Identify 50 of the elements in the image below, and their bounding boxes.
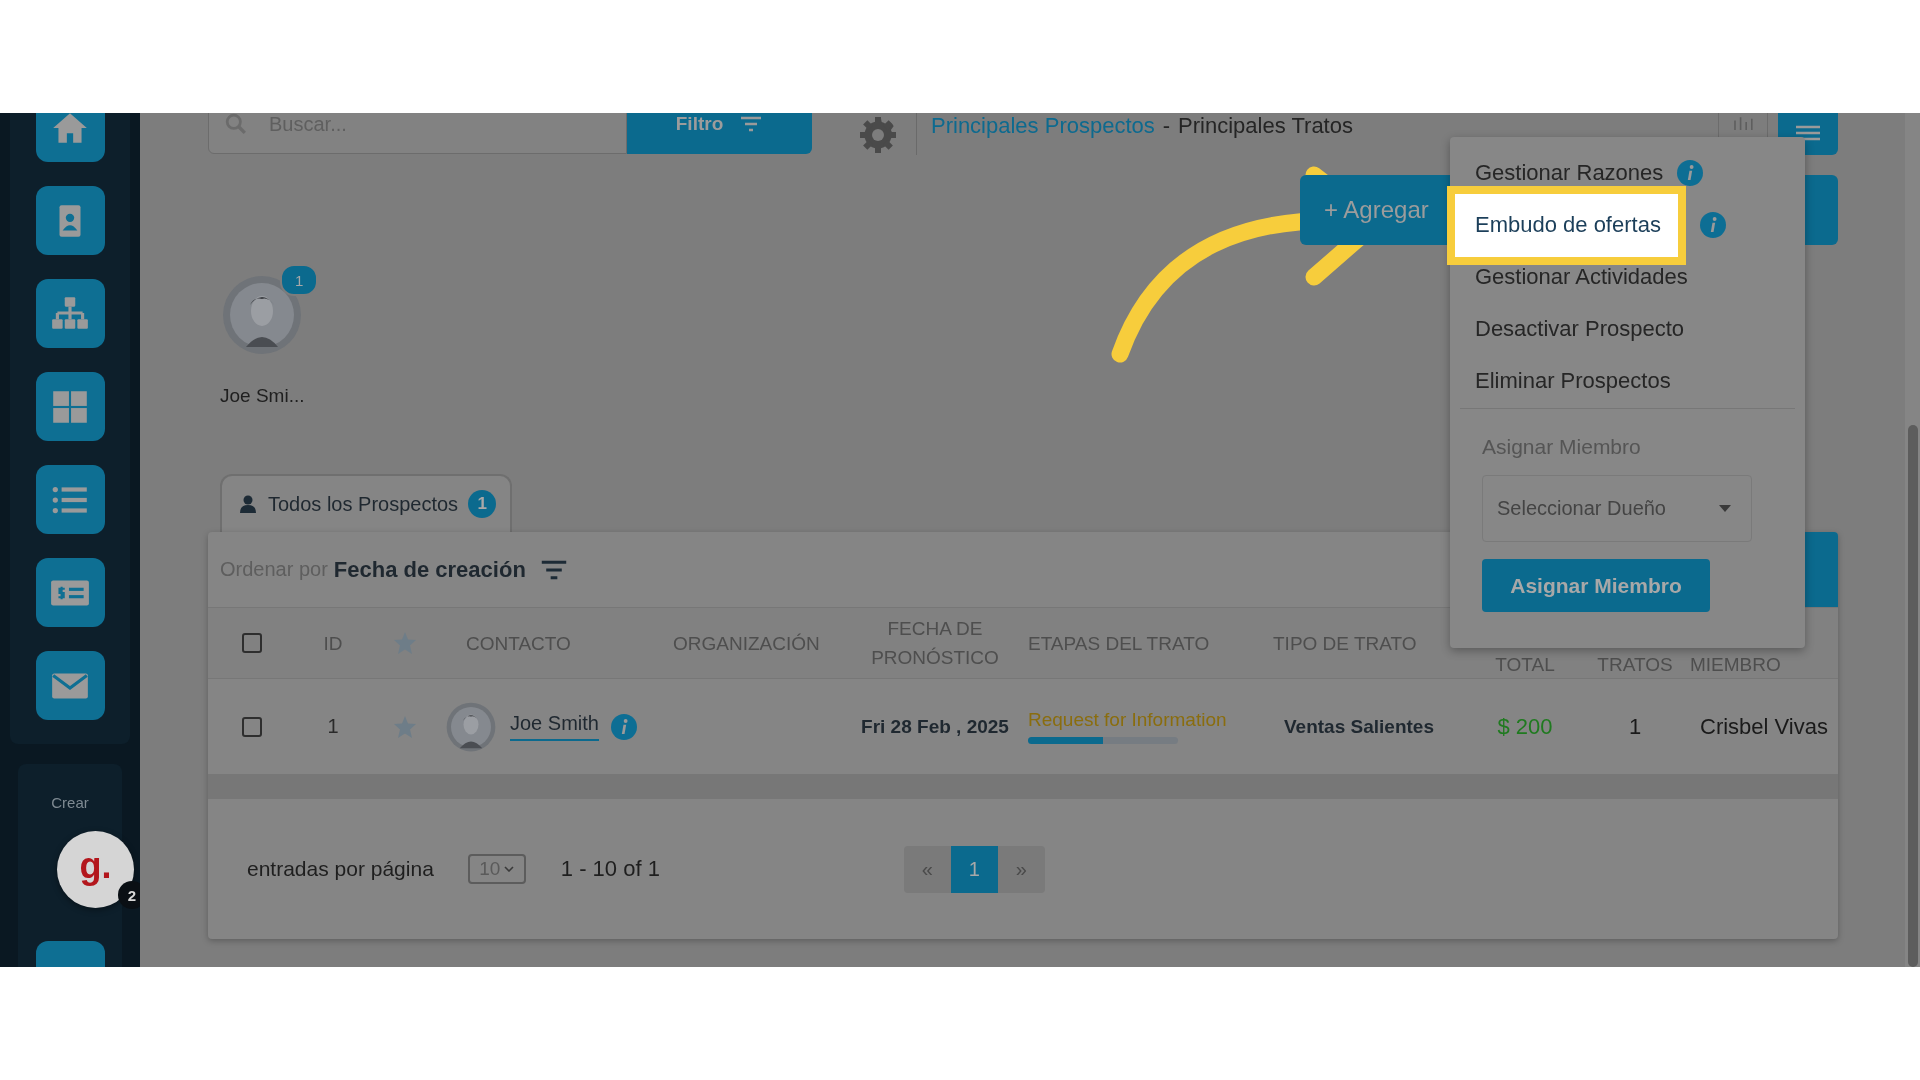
table-cell: Crisbel Vivas [1700,713,1828,740]
prospect-name[interactable]: Joe Smi... [220,385,305,407]
contact-link[interactable]: Joe Smith [510,712,599,741]
org-nav-button[interactable] [35,279,105,348]
filter-button[interactable]: Filtro [627,113,812,154]
menu-item[interactable]: Desactivar Prospecto [1450,316,1685,342]
menu-item[interactable]: Gestionar Actividades [1450,264,1688,290]
menu-item[interactable]: Eliminar Prospectos [1450,368,1671,394]
previous-page-button[interactable]: « [903,845,951,893]
grid-nav-button[interactable] [35,372,105,441]
sort-dropdown[interactable]: Fecha de creación [327,556,526,583]
stage-label: Request for Information [1028,709,1227,731]
per-page-label: entradas por página [247,857,434,881]
home-nav-button[interactable] [35,113,105,162]
select-all-checkbox[interactable] [242,633,262,653]
avatar [446,701,496,752]
info-icon[interactable] [1677,160,1704,186]
chevron-icon [504,866,515,872]
mail-nav-button[interactable] [35,651,105,720]
table-cell: Fri 28 Feb , 2025 [861,715,1009,738]
scrollbar[interactable] [1905,113,1920,967]
table-cell: 1 [327,715,339,738]
page-button[interactable]: 1 [950,845,998,893]
breadcrumb-separator: - [1162,113,1171,139]
info-icon[interactable] [610,713,637,740]
owner-select[interactable]: Seleccionar Dueño [1482,475,1752,542]
table-cell: 1 [1628,713,1642,740]
settings-icon[interactable] [860,117,896,153]
contact-nav-button[interactable] [35,186,105,255]
info-icon[interactable] [1699,212,1726,238]
filter-icon [739,116,764,132]
caret-icon [1719,505,1731,512]
avatar[interactable] [222,275,303,355]
breadcrumb-current: Principales Tratos [1178,113,1353,139]
row-checkbox[interactable] [242,716,262,737]
list-nav-button[interactable] [35,465,105,534]
table-cell: $ 200 [1497,713,1553,740]
menu-item[interactable]: Embudo de ofertas [1447,185,1686,265]
count-badge: 1 [280,264,319,296]
table-cell: Ventas Salientes [1284,715,1434,738]
next-page-button[interactable]: » [997,845,1045,893]
filter-icon[interactable] [539,559,568,580]
assign-button[interactable]: Asignar Miembro [1482,559,1710,612]
range-label: 1 - 10 of 1 [560,856,660,882]
create-label: Crear [51,794,89,811]
search-icon [225,113,247,135]
invoice-nav-button[interactable] [35,558,105,627]
menu-item[interactable]: Gestionar Razones [1450,160,1664,186]
person-icon [238,494,258,514]
prospects-tab[interactable]: Todos los Prospectos 1 [220,474,513,532]
